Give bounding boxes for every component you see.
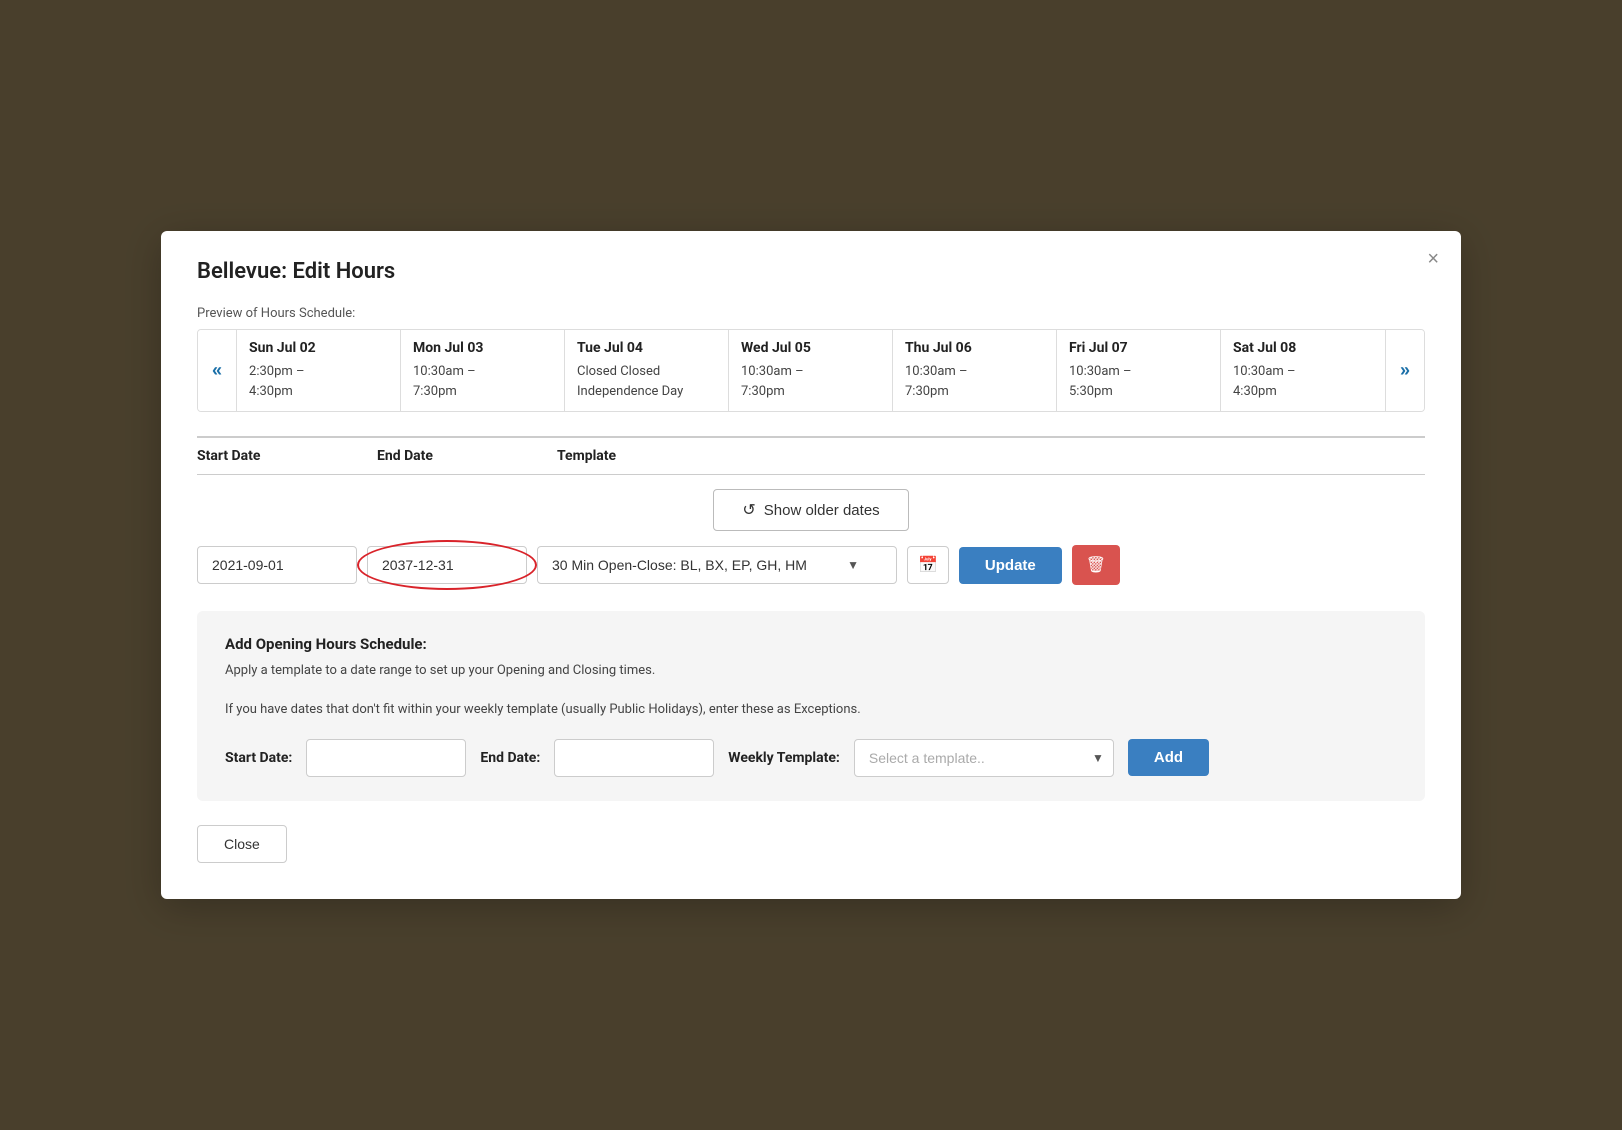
calendar-days: Sun Jul 02 2:30pm – 4:30pm Mon Jul 03 10:30…	[237, 330, 1385, 411]
calendar-nav: « Sun Jul 02 2:30pm – 4:30pm Mon Jul 03 10:…	[198, 330, 1424, 411]
modal-overlay: × Bellevue: Edit Hours Preview of Hours …	[0, 0, 1622, 1130]
add-form-row: Start Date: End Date: Weekly Template: S…	[225, 739, 1397, 777]
end-date-input[interactable]	[367, 546, 527, 584]
add-start-date-label: Start Date:	[225, 750, 292, 766]
cal-day-content-1: 10:30am – 7:30pm	[413, 362, 552, 401]
modal-title: Bellevue: Edit Hours	[197, 259, 1425, 284]
template-select[interactable]: 30 Min Open-Close: BL, BX, EP, GH, HM	[537, 546, 897, 584]
add-start-date-input[interactable]	[306, 739, 466, 777]
cal-day-header-0: Sun Jul 02	[249, 340, 388, 356]
undo-icon: ↺	[742, 500, 755, 520]
add-end-date-label: End Date:	[480, 750, 540, 766]
cal-day-1: Mon Jul 03 10:30am – 7:30pm	[401, 330, 565, 411]
template-select-wrapper: 30 Min Open-Close: BL, BX, EP, GH, HM ▼	[537, 546, 897, 584]
show-older-label: Show older dates	[764, 502, 880, 519]
cal-day-4: Thu Jul 06 10:30am – 7:30pm	[893, 330, 1057, 411]
cal-day-header-2: Tue Jul 04	[577, 340, 716, 356]
close-modal-button[interactable]: Close	[197, 825, 287, 863]
update-button[interactable]: Update	[959, 547, 1062, 584]
add-end-date-input[interactable]	[554, 739, 714, 777]
add-button[interactable]: Add	[1128, 739, 1209, 776]
calendar-icon: 📅	[918, 557, 938, 574]
add-section-title: Add Opening Hours Schedule:	[225, 635, 1397, 653]
cal-day-content-6: 10:30am – 4:30pm	[1233, 362, 1373, 401]
end-date-wrapper	[367, 546, 527, 584]
cal-day-header-6: Sat Jul 08	[1233, 340, 1373, 356]
cal-day-5: Fri Jul 07 10:30am – 5:30pm	[1057, 330, 1221, 411]
cal-day-header-4: Thu Jul 06	[905, 340, 1044, 356]
cal-day-2: Tue Jul 04 Closed Closed Independence Day	[565, 330, 729, 411]
add-opening-hours-section: Add Opening Hours Schedule: Apply a temp…	[197, 611, 1425, 801]
show-older-row: ↺ Show older dates	[197, 489, 1425, 531]
cal-day-0: Sun Jul 02 2:30pm – 4:30pm	[237, 330, 401, 411]
delete-button[interactable]: 🗑	[1072, 545, 1120, 585]
edit-hours-modal: × Bellevue: Edit Hours Preview of Hours …	[161, 231, 1461, 899]
add-weekly-template-label: Weekly Template:	[728, 750, 840, 766]
cal-day-6: Sat Jul 08 10:30am – 4:30pm	[1221, 330, 1385, 411]
cal-day-content-0: 2:30pm – 4:30pm	[249, 362, 388, 401]
cal-day-header-1: Mon Jul 03	[413, 340, 552, 356]
add-section-desc-line2: If you have dates that don't fit within …	[225, 700, 1397, 721]
cal-day-content-5: 10:30am – 5:30pm	[1069, 362, 1208, 401]
cal-day-content-3: 10:30am – 7:30pm	[741, 362, 880, 401]
add-template-select[interactable]: Select a template..	[854, 739, 1114, 777]
col-end-date: End Date	[377, 448, 557, 464]
calendar-picker-button[interactable]: 📅	[907, 546, 949, 584]
schedule-row: 30 Min Open-Close: BL, BX, EP, GH, HM ▼ …	[197, 545, 1425, 593]
add-template-select-wrapper: Select a template.. ▼	[854, 739, 1114, 777]
trash-icon: 🗑	[1086, 557, 1106, 574]
show-older-dates-button[interactable]: ↺ Show older dates	[713, 489, 908, 531]
col-start-date: Start Date	[197, 448, 377, 464]
calendar-preview: « Sun Jul 02 2:30pm – 4:30pm Mon Jul 03 10:…	[197, 329, 1425, 412]
table-headers: Start Date End Date Template	[197, 436, 1425, 475]
col-template: Template	[557, 448, 1425, 464]
add-section-desc-line1: Apply a template to a date range to set …	[225, 661, 1397, 682]
calendar-next-button[interactable]: »	[1385, 330, 1424, 411]
calendar-prev-button[interactable]: «	[198, 330, 237, 411]
cal-day-3: Wed Jul 05 10:30am – 7:30pm	[729, 330, 893, 411]
cal-day-content-4: 10:30am – 7:30pm	[905, 362, 1044, 401]
preview-label: Preview of Hours Schedule:	[197, 306, 1425, 321]
start-date-input[interactable]	[197, 546, 357, 584]
cal-day-header-5: Fri Jul 07	[1069, 340, 1208, 356]
modal-close-x-button[interactable]: ×	[1427, 249, 1439, 269]
cal-day-header-3: Wed Jul 05	[741, 340, 880, 356]
cal-day-content-2: Closed Closed Independence Day	[577, 362, 716, 401]
